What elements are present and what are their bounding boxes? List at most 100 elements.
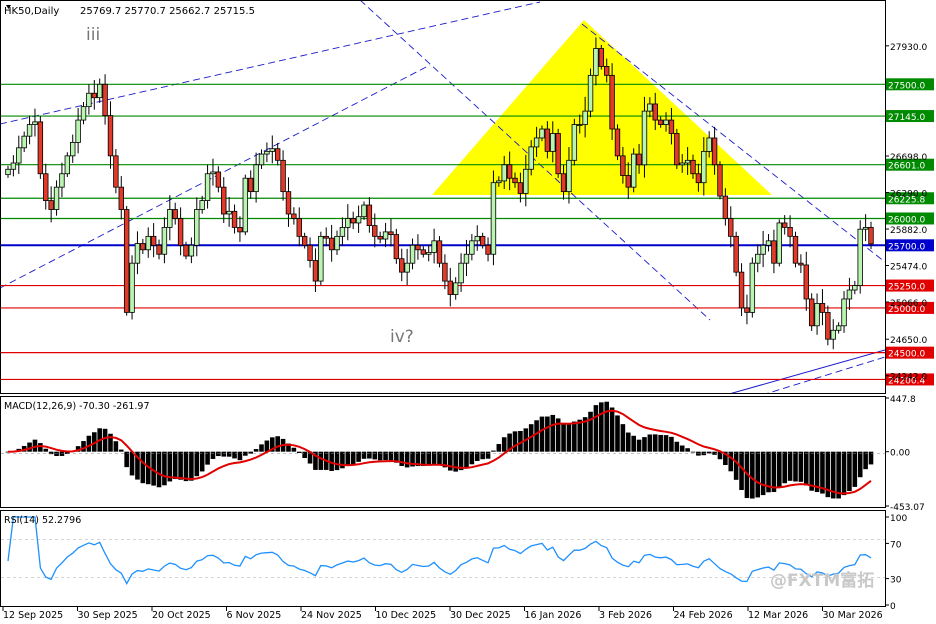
macd-bar: [38, 443, 43, 452]
candle-bear: [625, 175, 631, 188]
macd-bar: [652, 434, 658, 452]
macd-bar: [625, 432, 631, 452]
price-tick-label: 27930.0: [890, 43, 927, 53]
candle-bear: [636, 153, 642, 166]
candle-bear: [695, 173, 702, 184]
macd-bar: [485, 451, 491, 459]
macd-bar: [491, 450, 496, 452]
candle-bull: [5, 168, 11, 176]
candle-bear: [377, 235, 383, 240]
candle-bear: [560, 173, 567, 193]
candle-bull: [523, 168, 529, 194]
level-badge-text: 26601.0: [888, 162, 925, 172]
candle-bear: [37, 121, 44, 175]
candle-bull: [70, 142, 76, 157]
candle-bear: [442, 262, 448, 282]
candle-bear: [733, 235, 739, 273]
price-tick-label: 25882.0: [890, 226, 927, 236]
chart-header-symbol: HK50,Daily: [4, 6, 59, 17]
macd-bar: [140, 451, 146, 484]
candle-bull: [776, 222, 783, 264]
macd-bar: [199, 451, 205, 472]
candle-bear: [787, 227, 793, 237]
macd-bar: [189, 451, 194, 481]
macd-bar: [480, 451, 485, 460]
candle-bull: [258, 153, 265, 166]
candle-bear: [517, 182, 524, 194]
candle-bull: [765, 240, 772, 246]
candle-bull: [630, 153, 637, 188]
candle-bear: [485, 244, 491, 255]
candle-bull: [161, 227, 168, 255]
candle-bull: [452, 282, 459, 295]
candle-bear: [285, 191, 292, 215]
candle-bull: [53, 186, 60, 210]
candle-bull: [755, 253, 761, 264]
candle-bull: [188, 244, 195, 257]
macd-bar: [593, 405, 599, 452]
candle-bear: [291, 213, 297, 219]
macd-bar: [609, 407, 615, 452]
candle-bear: [393, 234, 400, 260]
candle-bear: [808, 298, 815, 327]
candle-bear: [798, 262, 804, 266]
candle-bull: [501, 164, 507, 182]
candle-bear: [738, 271, 745, 309]
price-tick-label: 24242.0: [890, 373, 927, 383]
candle-bear: [328, 237, 335, 251]
candle-bull: [846, 289, 853, 300]
rsi-tick-label: 0: [890, 602, 896, 612]
candle-bear: [296, 218, 302, 237]
macd-bar: [852, 451, 858, 487]
candle-bull: [345, 218, 351, 228]
candle-bull: [382, 231, 389, 240]
time-tick-label: 30 Dec 2025: [450, 610, 511, 621]
macd-bar: [291, 447, 297, 452]
candle-bear: [819, 303, 826, 313]
macd-bar: [183, 451, 189, 482]
macd-bar: [388, 451, 394, 461]
candle-bull: [75, 119, 81, 143]
candle-bear: [237, 227, 243, 233]
candle-bull: [566, 159, 572, 193]
macd-bar: [162, 451, 167, 486]
macd-bar: [755, 451, 761, 498]
candle-bull: [269, 148, 275, 152]
macd-bar: [836, 451, 841, 499]
candle-bear: [301, 235, 308, 246]
macd-bar: [534, 420, 539, 452]
macd-bar: [474, 451, 480, 461]
candle-bear: [668, 119, 675, 134]
candle-bull: [96, 83, 103, 99]
chart-header-ohlc: 25769.7 25770.7 25662.7 25715.5: [80, 6, 255, 17]
wave-label-iii: iii: [86, 25, 100, 45]
macd-bar: [566, 424, 572, 452]
macd-bar: [237, 451, 243, 461]
candle-bull: [431, 240, 437, 253]
macd-bar: [129, 451, 135, 476]
candle-bull: [550, 133, 556, 152]
macd-tick-label: -453.07: [890, 503, 925, 513]
macd-bar: [296, 451, 302, 453]
candle-bear: [555, 133, 561, 175]
macd-bar: [447, 451, 453, 471]
level-badge-text: 27145.0: [888, 113, 925, 123]
macd-axis: 447.8 0.00 -453.07: [885, 395, 925, 513]
macd-bar: [572, 421, 577, 452]
macd-bar: [453, 451, 458, 472]
candle-bull: [490, 182, 497, 255]
candle-bear: [323, 235, 329, 239]
candle-bull: [199, 200, 205, 210]
candle-bull: [361, 204, 367, 218]
macd-bar: [577, 419, 583, 452]
candle-bull: [582, 110, 588, 125]
candle-bull: [59, 173, 65, 188]
macd-bar: [377, 451, 383, 461]
time-tick-label: 12 Sep 2025: [3, 610, 63, 621]
candle-bear: [172, 209, 178, 219]
chart-canvas: 27500.027145.026601.026225.826000.025700…: [0, 0, 934, 621]
rsi-tick-label: 100: [890, 514, 907, 524]
candle-bear: [399, 258, 405, 273]
candle-bear: [312, 260, 319, 282]
candle-bear: [366, 204, 373, 227]
